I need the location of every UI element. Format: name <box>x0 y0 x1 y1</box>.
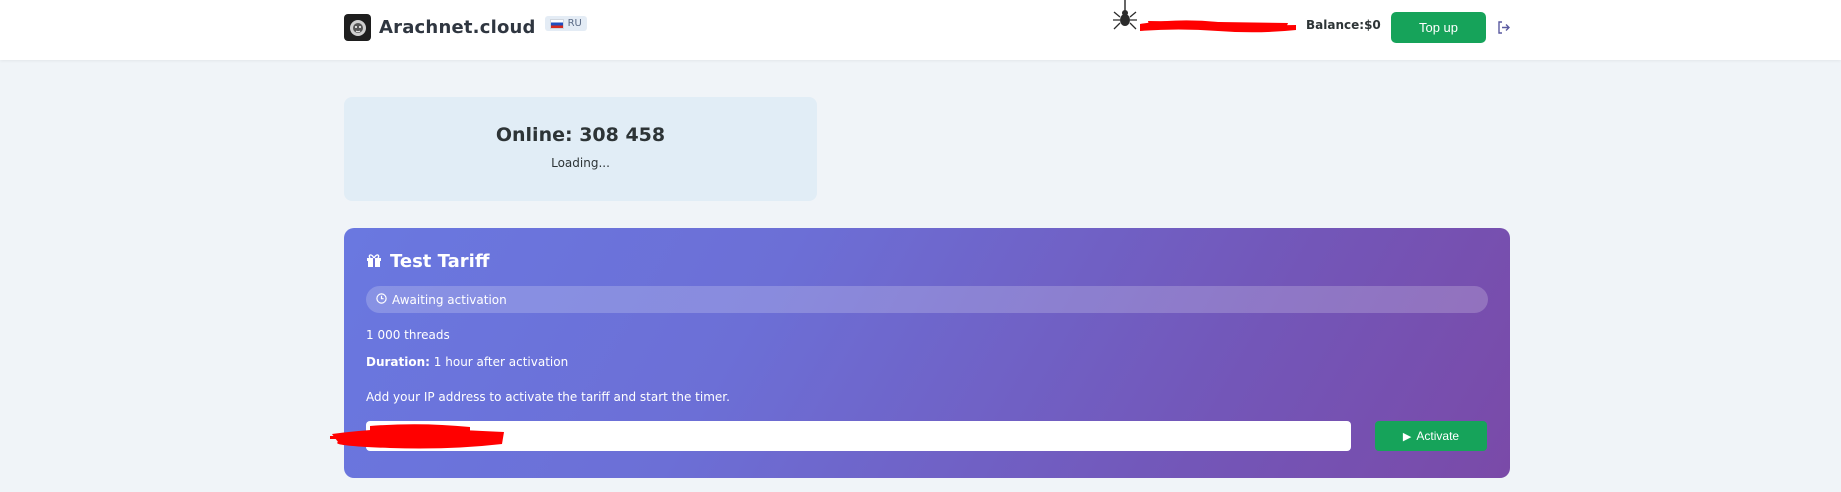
clock-icon <box>376 292 387 307</box>
redacted-ip-address <box>330 420 506 458</box>
online-count: Online: 308 458 <box>495 124 666 146</box>
activation-hint: Add your IP address to activate the tari… <box>366 390 730 404</box>
spider-icon <box>1112 0 1138 40</box>
language-switch[interactable]: RU <box>544 16 587 31</box>
lion-logo-icon <box>344 14 371 41</box>
test-tariff-card: Test Tariff Awaiting activation 1 000 th… <box>344 228 1510 478</box>
duration-value: 1 hour after activation <box>433 355 569 369</box>
tariff-duration: Duration: 1 hour after activation <box>366 355 568 369</box>
russia-flag-icon <box>549 18 564 29</box>
online-stats-card: Online: 308 458 Loading... <box>344 97 817 201</box>
online-loading-text: Loading... <box>551 156 610 170</box>
ip-address-input[interactable] <box>366 421 1351 451</box>
tariff-title: Test Tariff <box>390 251 490 272</box>
activate-button[interactable]: ▶ Activate <box>1375 421 1487 451</box>
balance-display: Balance:$0 <box>1306 18 1381 32</box>
balance-label: Balance: <box>1306 18 1365 32</box>
balance-value: $0 <box>1364 18 1381 32</box>
tariff-status-badge: Awaiting activation <box>366 286 1488 313</box>
logout-icon[interactable] <box>1497 19 1510 38</box>
tariff-header: Test Tariff <box>366 251 489 272</box>
top-up-button[interactable]: Top up <box>1391 12 1486 43</box>
brand-logo-link[interactable]: Arachnet.cloud RU <box>344 14 587 41</box>
gift-icon <box>366 252 382 272</box>
redacted-username <box>1138 16 1298 40</box>
tariff-status-text: Awaiting activation <box>392 292 507 307</box>
tariff-threads: 1 000 threads <box>366 328 450 342</box>
duration-label: Duration: <box>366 355 430 369</box>
language-code: RU <box>567 18 582 29</box>
activate-label: Activate <box>1416 429 1460 443</box>
brand-name: Arachnet.cloud <box>379 17 536 38</box>
play-icon: ▶ <box>1402 430 1412 443</box>
top-navbar: Arachnet.cloud RU Balance:$0 Top up <box>0 0 1841 60</box>
